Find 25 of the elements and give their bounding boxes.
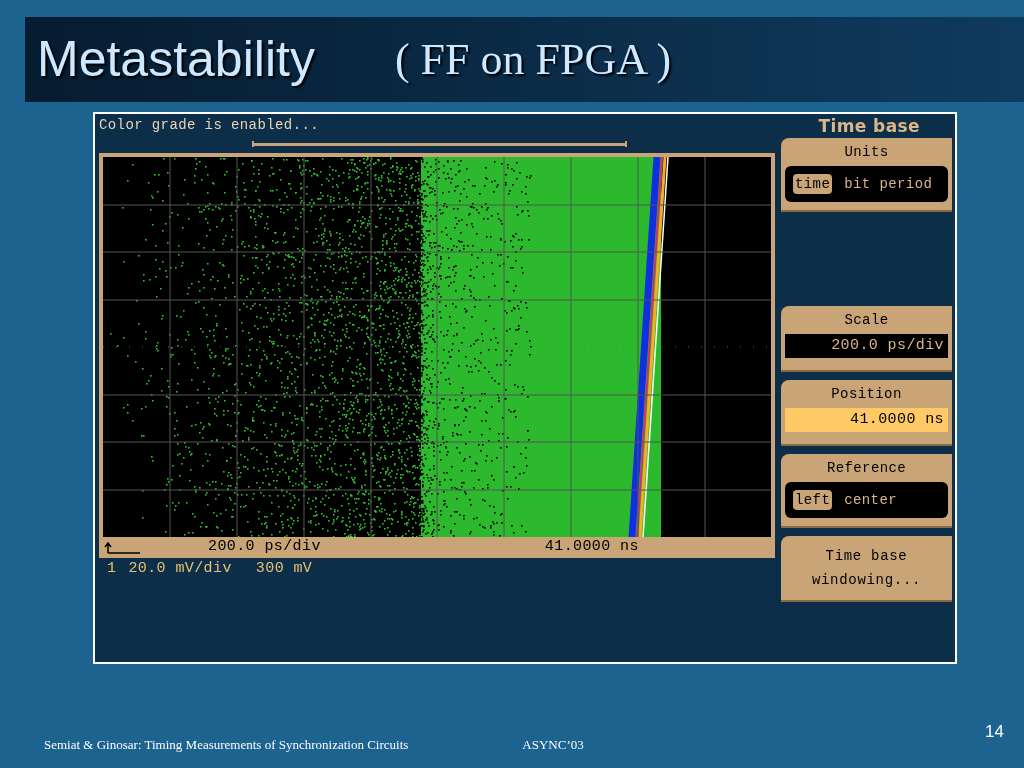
channel-offset: 300 mV [255, 559, 313, 579]
windowing-button[interactable]: Time base windowing... [781, 536, 952, 602]
channel-scale: 20.0 mV/div [128, 559, 232, 579]
value-field[interactable]: 200.0 ps/div [785, 334, 948, 358]
group-label: Reference [825, 459, 908, 478]
group-label: Units [843, 143, 890, 162]
value-field[interactable]: 41.0000 ns [785, 408, 948, 432]
option-button[interactable]: left [793, 490, 833, 510]
group-label: Position [830, 385, 903, 404]
footer-text: Semiat & Ginosar: Timing Measurements of Synchronization Circuits [44, 735, 409, 754]
option-button[interactable]: bit period [844, 174, 933, 194]
page-number: 14 [985, 720, 1004, 743]
slide-title: Metastability [37, 30, 315, 89]
option-button[interactable]: time [793, 174, 833, 194]
panel-title: Time base [817, 115, 921, 138]
channel-number: 1 [107, 559, 117, 579]
position-readout: 41.0000 ns [544, 537, 639, 558]
option-button[interactable]: center [844, 490, 898, 510]
trigger-icon [104, 541, 140, 554]
slide-subtitle: ( FF on FPGA ) [394, 33, 672, 86]
conference-label: ASYNC’03 [522, 735, 584, 754]
scale-readout: 200.0 ps/div [208, 537, 321, 558]
range-bar-icon [252, 141, 627, 147]
status-message: Color grade is enabled... [99, 116, 321, 135]
group-label: Scale [843, 311, 890, 330]
